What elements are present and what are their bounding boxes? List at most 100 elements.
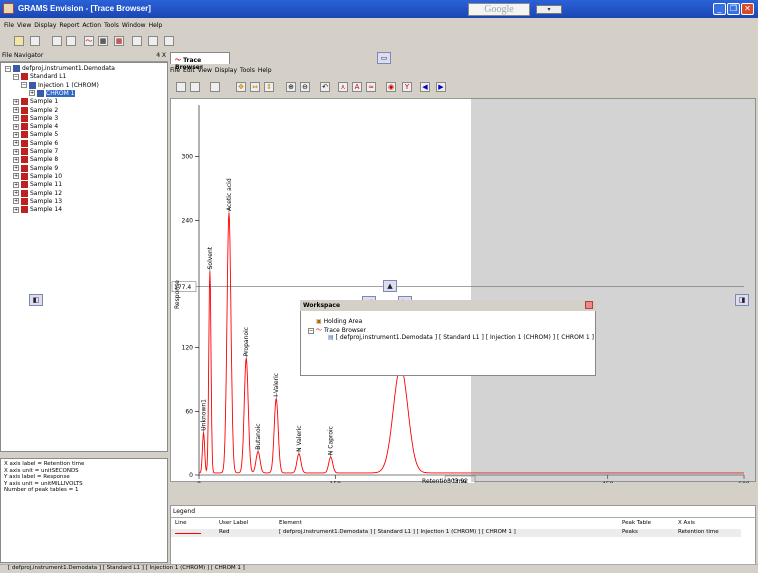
tree-item[interactable]: − defproj,instrument1.Demodata: [5, 65, 115, 73]
trace-browser-item[interactable]: − 〜 Trace Browser: [306, 325, 594, 334]
google-dropdown-button[interactable]: ▾: [536, 5, 562, 14]
restore-button[interactable]: ❐: [727, 3, 740, 15]
menu-tools[interactable]: Tools: [104, 19, 119, 29]
undo-icon[interactable]: ↶: [320, 82, 330, 92]
minimize-button[interactable]: _: [713, 3, 726, 15]
tree-item[interactable]: + Sample 8: [13, 156, 58, 164]
tree-item[interactable]: + Sample 12: [13, 189, 62, 198]
expand-icon[interactable]: +: [13, 198, 19, 205]
next-icon[interactable]: ▶: [436, 82, 446, 92]
print-icon[interactable]: [190, 82, 200, 92]
new-icon[interactable]: [14, 36, 24, 46]
peak-label-icon[interactable]: A: [352, 82, 362, 92]
google-search-box[interactable]: Google: [468, 3, 530, 16]
expand-icon[interactable]: +: [13, 165, 19, 172]
image-icon[interactable]: [132, 36, 142, 46]
baseline-icon[interactable]: ◉: [386, 82, 396, 92]
horizontal-pan-icon[interactable]: ⇔: [250, 82, 260, 92]
tree-item[interactable]: + Sample 2: [13, 106, 59, 115]
grid-icon[interactable]: ▦: [98, 36, 108, 46]
expand-icon[interactable]: +: [13, 107, 19, 113]
submenu-help[interactable]: Help: [258, 67, 272, 74]
tree-item[interactable]: + Sample 6: [13, 139, 58, 148]
open-icon[interactable]: [30, 36, 40, 46]
zoom-in-icon[interactable]: ⊕: [286, 82, 296, 92]
tree-item-label: Sample 2: [30, 106, 59, 114]
expand-icon[interactable]: +: [13, 190, 19, 196]
menu-window[interactable]: Window: [122, 19, 146, 29]
previous-icon[interactable]: ◀: [420, 82, 430, 92]
expand-icon[interactable]: +: [13, 173, 19, 180]
dock-center-top-button[interactable]: ▲: [383, 280, 397, 292]
report-icon[interactable]: [164, 36, 174, 46]
tree-item[interactable]: − Injection 1 (CHROM): [21, 81, 99, 90]
legend-column-header[interactable]: Element: [279, 520, 302, 526]
legend-column-header[interactable]: X Axis: [678, 520, 695, 526]
legend-row[interactable]: Red [ defproj,instrument1.Demodata ] [ S…: [171, 529, 741, 537]
tree-item[interactable]: + Sample 11: [13, 181, 62, 189]
submenu-edit[interactable]: Edit: [183, 67, 195, 74]
expand-icon[interactable]: +: [13, 156, 19, 163]
overlay-icon[interactable]: ≈: [366, 82, 376, 92]
expand-icon[interactable]: +: [13, 98, 19, 105]
expand-icon[interactable]: +: [13, 115, 19, 122]
tree-item[interactable]: + Sample 3: [13, 114, 58, 123]
menu-report[interactable]: Report: [59, 19, 79, 29]
submenu-display[interactable]: Display: [215, 67, 237, 74]
dock-left-button[interactable]: ◧: [29, 294, 43, 306]
tree-item[interactable]: − Standard L1: [13, 73, 66, 81]
expand-icon[interactable]: +: [13, 148, 19, 155]
collapse-icon[interactable]: −: [308, 327, 314, 334]
paste-icon[interactable]: [66, 36, 76, 46]
legend-column-header[interactable]: User Label: [219, 520, 248, 526]
holding-area-item[interactable]: ▣ Holding Area: [306, 318, 594, 325]
y-axis-icon[interactable]: Y: [402, 82, 412, 92]
tree-item[interactable]: + Sample 1: [13, 98, 58, 106]
workspace-trace-item[interactable]: ▤ [ defproj,instrument1.Demodata ] [ Sta…: [306, 334, 594, 341]
expand-icon[interactable]: +: [13, 140, 19, 147]
layers-icon[interactable]: [210, 82, 220, 92]
expand-icon[interactable]: +: [13, 131, 19, 138]
close-button[interactable]: ✕: [741, 3, 754, 15]
menu-action[interactable]: Action: [82, 19, 101, 29]
menu-display[interactable]: Display: [34, 19, 56, 29]
tree-item[interactable]: + Sample 7: [13, 148, 58, 156]
crosshair-icon[interactable]: ✥: [236, 82, 246, 92]
tree-item[interactable]: + Sample 4: [13, 123, 58, 131]
tree-item[interactable]: + Sample 14: [13, 206, 62, 214]
collapse-icon[interactable]: −: [21, 82, 27, 89]
menu-help[interactable]: Help: [149, 19, 163, 29]
file-tree: − defproj,instrument1.Demodata − Standard L…: [0, 62, 168, 452]
legend-column-header[interactable]: Peak Table: [622, 520, 651, 526]
expand-icon[interactable]: +: [13, 123, 19, 130]
submenu-tools[interactable]: Tools: [240, 67, 255, 74]
submenu-view[interactable]: View: [198, 67, 212, 74]
collapse-icon[interactable]: −: [13, 73, 19, 80]
zoom-out-icon[interactable]: ⊖: [300, 82, 310, 92]
peak-icon[interactable]: ⋏: [338, 82, 348, 92]
legend-column-header[interactable]: Line: [175, 520, 186, 526]
submenu-file[interactable]: File: [170, 67, 180, 74]
workspace-close-icon[interactable]: [585, 301, 593, 309]
table-icon[interactable]: ▦: [114, 36, 124, 46]
copy-icon[interactable]: [52, 36, 62, 46]
save-icon[interactable]: [176, 82, 186, 92]
chart-icon[interactable]: [148, 36, 158, 46]
expand-icon[interactable]: +: [13, 206, 19, 213]
tree-item[interactable]: + CHROM 1: [29, 89, 75, 98]
tab-trace-browser[interactable]: 〜 Trace Browser: [170, 52, 230, 71]
collapse-icon[interactable]: −: [5, 65, 11, 72]
vertical-pan-icon[interactable]: ⇕: [264, 82, 274, 92]
tree-item[interactable]: + Sample 9: [13, 164, 58, 173]
menu-view[interactable]: View: [17, 19, 31, 29]
tree-item[interactable]: + Sample 10: [13, 172, 62, 181]
trace-icon[interactable]: 〜: [84, 36, 94, 46]
dock-right-button[interactable]: ◨: [735, 294, 749, 306]
tree-item[interactable]: + Sample 5: [13, 131, 58, 139]
expand-icon[interactable]: +: [29, 90, 35, 97]
pin-close-icon[interactable]: ₰ X: [156, 52, 166, 59]
menu-file[interactable]: File: [4, 19, 14, 29]
expand-icon[interactable]: +: [13, 181, 19, 188]
tree-item[interactable]: + Sample 13: [13, 197, 62, 206]
dock-top-button[interactable]: ▭: [377, 52, 391, 64]
